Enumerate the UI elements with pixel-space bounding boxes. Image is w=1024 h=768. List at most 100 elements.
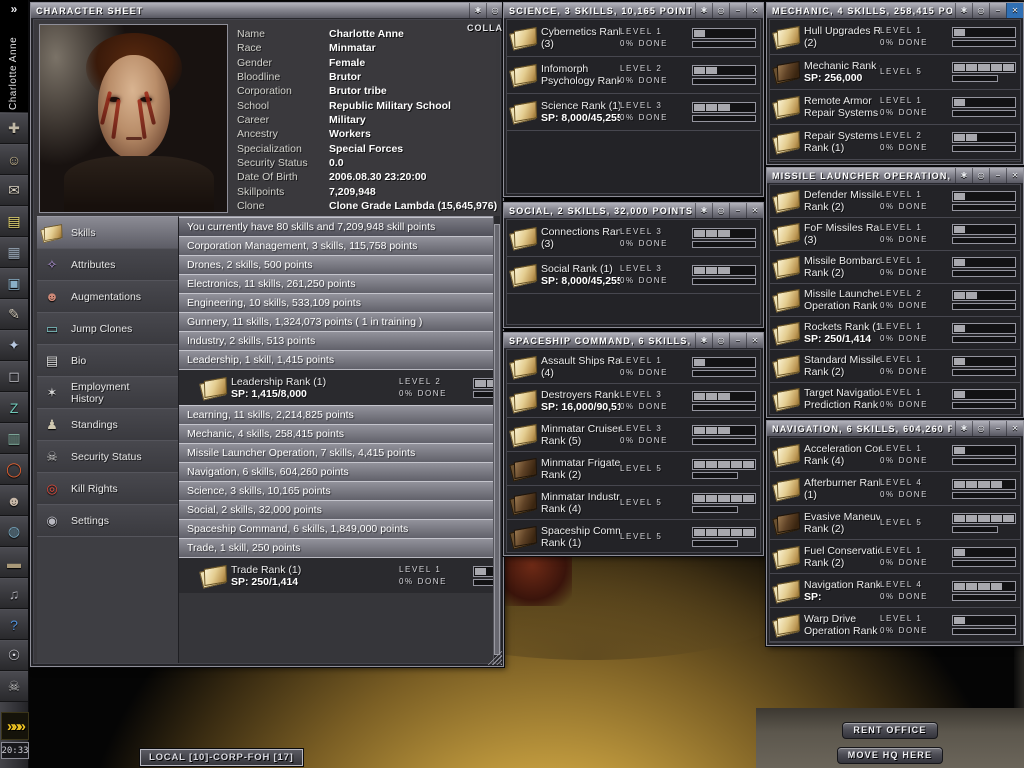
expand-neocom-icon[interactable]: »	[0, 0, 28, 16]
skill-row[interactable]: Social Rank (1) SP: 8,000/45,255 LEVEL 3 0%…	[507, 257, 760, 294]
skill-group-row[interactable]: Leadership, 1 skill, 1,415 points	[179, 350, 494, 369]
skill-row[interactable]: Navigation Rank (1)SP:LEVEL 40% DONE	[770, 574, 1020, 608]
skill-group-row[interactable]: Social, 2 skills, 32,000 points	[179, 500, 494, 519]
skill-group-row[interactable]: Corporation Management, 3 skills, 115,75…	[179, 236, 494, 255]
skill-row[interactable]: Target NavigationPrediction Rank (2)LEVE…	[770, 383, 1020, 414]
skill-row[interactable]: Repair Systems Rank (1) LEVEL 2 0% DONE	[770, 125, 1020, 160]
tab-security-status[interactable]: ☠ Security Status	[37, 441, 178, 473]
skill-group-row[interactable]: Navigation, 6 skills, 604,260 points	[179, 462, 494, 481]
skill-group-row[interactable]: Gunnery, 11 skills, 1,324,073 points ( 1…	[179, 312, 494, 331]
info-help-icon[interactable]: ?	[0, 609, 28, 640]
skill-row[interactable]: Afterburner Rank (1) LEVEL 4 0% DONE	[770, 472, 1020, 506]
close-icon[interactable]: ✕	[746, 333, 763, 348]
pin-icon[interactable]: ✱	[695, 203, 712, 218]
minimize-icon[interactable]: −	[729, 203, 746, 218]
skill-group-row[interactable]: Science, 3 skills, 10,165 points	[179, 481, 494, 500]
skill-row[interactable]: Rockets Rank (1) SP: 250/1,414 LEVEL 1 0% D…	[770, 317, 1020, 350]
close-icon[interactable]: ✕	[1006, 3, 1023, 18]
skill-row[interactable]: Acceleration ControlRank (4)LEVEL 10% DO…	[770, 438, 1020, 472]
logs-icon[interactable]: ▬	[0, 547, 28, 578]
skill-row[interactable]: Cybernetics Rank (3) LEVEL 1 0% DONE	[507, 20, 760, 57]
tab-augmentations[interactable]: ☻ Augmentations	[37, 281, 178, 313]
skill-row[interactable]: Fuel ConservationRank (2)LEVEL 10% DONE	[770, 540, 1020, 574]
minimize-icon[interactable]: −	[729, 333, 746, 348]
compact-icon[interactable]: ◎	[486, 3, 503, 18]
market-quickbar-icon[interactable]: ▦	[0, 237, 28, 268]
skill-list-scrollbar[interactable]	[493, 216, 500, 663]
skill-row[interactable]: Spaceship CommandRank (1)LEVEL 5	[507, 520, 760, 552]
skill-row[interactable]: Connections Rank (3) LEVEL 3 0% DONE	[507, 220, 760, 257]
items-icon[interactable]: ◻	[0, 361, 28, 392]
minimize-icon[interactable]: −	[989, 421, 1006, 436]
rent-office-button[interactable]: RENT OFFICE	[842, 722, 938, 739]
pin-icon[interactable]: ✱	[955, 421, 972, 436]
skill-row[interactable]: Destroyers Rank (2)SP: 16,000/90,510LEVE…	[507, 384, 760, 418]
tab-attributes[interactable]: ✧ Attributes	[37, 249, 178, 281]
tab-kill-rights[interactable]: ◎ Kill Rights	[37, 473, 178, 505]
compact-icon[interactable]: ◎	[972, 3, 989, 18]
recustomization-icon[interactable]: ☉	[0, 640, 28, 671]
people-and-places-icon[interactable]: ☺	[0, 144, 28, 175]
chat-channel-tab[interactable]: LOCAL [10]-CORP-FOH [17]	[140, 749, 303, 766]
neocom-overflow-chevrons-icon[interactable]: »»»	[1, 712, 29, 740]
scrollbar-handle[interactable]	[494, 224, 500, 655]
compact-icon[interactable]: ◎	[712, 203, 729, 218]
tab-bio[interactable]: ▤ Bio	[37, 345, 178, 377]
skill-group-row[interactable]: Trade, 1 skill, 250 points	[179, 538, 494, 557]
window-titlebar[interactable]: MISSILE LAUNCHER OPERATION, 7 SKILLS, 4,…	[767, 168, 1023, 184]
tab-standings[interactable]: ♟ Standings	[37, 409, 178, 441]
journal-icon[interactable]: ✎	[0, 299, 28, 330]
skill-row[interactable]: Defender Missiles Rank (2) LEVEL 1 0% DONE	[770, 185, 1020, 218]
skill-group-row[interactable]: Industry, 2 skills, 513 points	[179, 331, 494, 350]
close-icon[interactable]: ✕	[746, 203, 763, 218]
notepad-icon[interactable]: ▤	[0, 206, 28, 237]
skill-group-row[interactable]: Mechanic, 4 skills, 258,415 points	[179, 424, 494, 443]
skill-row[interactable]: Missile BombardmentRank (2)LEVEL 10% DON…	[770, 251, 1020, 284]
compact-icon[interactable]: ◎	[712, 3, 729, 18]
assets-icon[interactable]: ▣	[0, 268, 28, 299]
skill-group-row[interactable]: Learning, 11 skills, 2,214,825 points	[179, 405, 494, 424]
tab-settings[interactable]: ◉ Settings	[37, 505, 178, 537]
compact-icon[interactable]: ◎	[712, 333, 729, 348]
pin-icon[interactable]: ✱	[695, 3, 712, 18]
skill-row[interactable]: Evasive ManeuveringRank (2)LEVEL 5	[770, 506, 1020, 540]
channels-icon[interactable]: ☻	[0, 485, 28, 516]
skill-row[interactable]: FoF Missiles Rank(3)LEVEL 10% DONE	[770, 218, 1020, 251]
skill-row[interactable]: Minmatar Cruiser Rank (5) LEVEL 3 0% DONE	[507, 418, 760, 452]
tab-jump-clones[interactable]: ▭ Jump Clones	[37, 313, 178, 345]
window-titlebar[interactable]: SOCIAL, 2 SKILLS, 32,000 POINTS ✱ ◎ − ✕	[504, 203, 763, 219]
close-icon[interactable]: ✕	[1006, 168, 1023, 183]
skill-row[interactable]: Hull Upgrades Rank(2)LEVEL 10% DONE	[770, 20, 1020, 55]
close-icon[interactable]: ✕	[746, 3, 763, 18]
mail-icon[interactable]: ✉	[0, 175, 28, 206]
minimize-icon[interactable]: −	[989, 168, 1006, 183]
minimize-icon[interactable]: −	[729, 3, 746, 18]
pin-icon[interactable]: ✱	[469, 3, 486, 18]
window-titlebar[interactable]: MECHANIC, 4 SKILLS, 258,415 POINTS✱◎−✕	[767, 3, 1023, 19]
insurance-icon[interactable]: ☠	[0, 671, 28, 702]
skill-row[interactable]: Science Rank (1) SP: 8,000/45,255 LEVEL 30…	[507, 94, 760, 131]
skill-group-row[interactable]: Engineering, 10 skills, 533,109 points	[179, 293, 494, 312]
skill-group-row[interactable]: Electronics, 11 skills, 261,250 points	[179, 274, 494, 293]
market-icon[interactable]: ▥	[0, 423, 28, 454]
window-titlebar[interactable]: SPACESHIP COMMAND, 6 SKILLS, 1,849,000 P…	[504, 333, 763, 349]
compact-icon[interactable]: ◎	[972, 421, 989, 436]
expanded-skill-row[interactable]: Trade Rank (1) SP: 250/1,414 LEVEL 1 0% DON…	[179, 557, 494, 593]
character-sheet-icon[interactable]: ✚	[0, 113, 28, 144]
skill-row[interactable]: Remote Armor Repair Systems LEVEL 1 0% DONE	[770, 90, 1020, 125]
audio-icon[interactable]: ♫	[0, 578, 28, 609]
skill-row[interactable]: Warp DriveOperation Rank (1)LEVEL 10% DO…	[770, 608, 1020, 642]
skill-row[interactable]: Minmatar Frigate Rank (2) LEVEL 5	[507, 452, 760, 486]
window-titlebar[interactable]: SCIENCE, 3 SKILLS, 10,165 POINTS ✱ ◎ − ✕	[504, 3, 763, 19]
skill-group-row[interactable]: Spaceship Command, 6 skills, 1,849,000 p…	[179, 519, 494, 538]
character-sheet-titlebar[interactable]: CHARACTER SHEET ✱ ◎	[31, 3, 503, 19]
compact-icon[interactable]: ◎	[972, 168, 989, 183]
minimize-icon[interactable]: −	[989, 3, 1006, 18]
pin-icon[interactable]: ✱	[955, 168, 972, 183]
pin-icon[interactable]: ✱	[695, 333, 712, 348]
expanded-skill-row[interactable]: Leadership Rank (1) SP: 1,415/8,000 LEVEL …	[179, 369, 494, 405]
skill-row[interactable]: Infomorph Psychology Rank LEVEL 2 0% DONE	[507, 57, 760, 94]
world-map-icon[interactable]: ◍	[0, 516, 28, 547]
tab-employment-history[interactable]: ✶ Employment History	[37, 377, 178, 409]
window-titlebar[interactable]: NAVIGATION, 6 SKILLS, 604,260 POINTS✱◎−✕	[767, 421, 1023, 437]
